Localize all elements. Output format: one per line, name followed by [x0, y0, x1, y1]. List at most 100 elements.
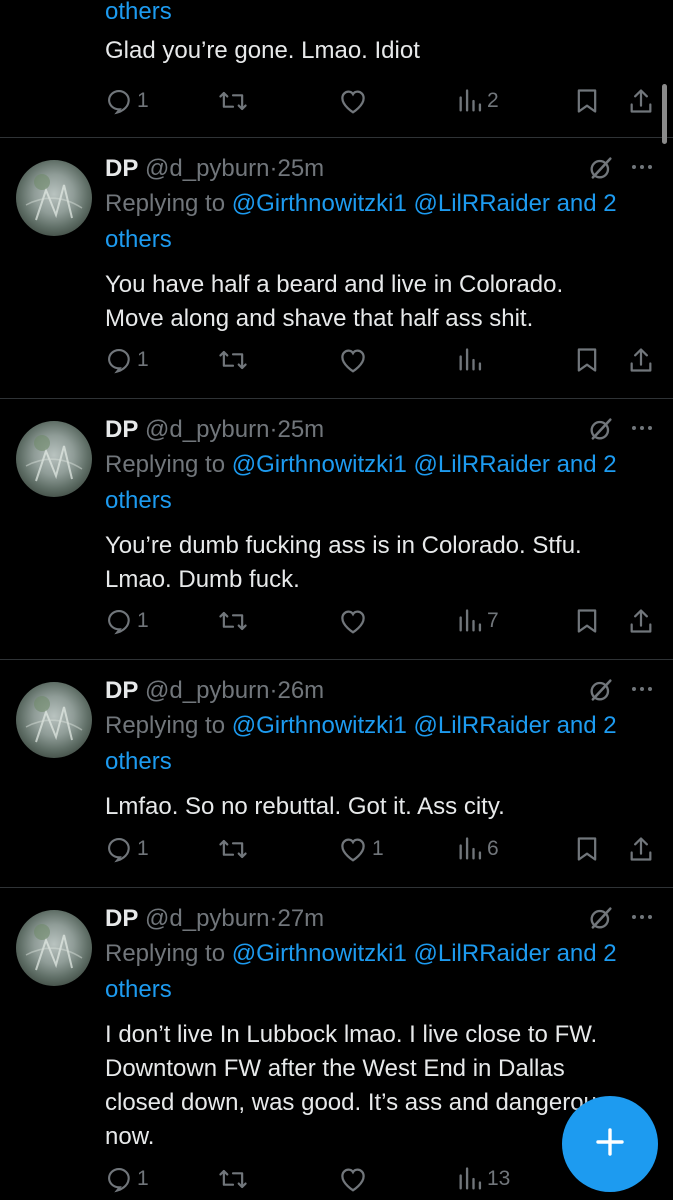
tweet-text-line: I don’t live In Lubbock lmao. I live clo… [105, 1021, 598, 1048]
tweet-header: DP @d_pyburn·26m [105, 674, 643, 708]
tweet-partial-top[interactable]: others Glad you’re gone. Lmao. Idiot 1 2 [0, 0, 673, 138]
reply-button[interactable]: 1 [105, 604, 149, 638]
more-dots-icon[interactable] [627, 152, 657, 182]
views-button[interactable]: 7 [457, 604, 499, 638]
bookmark-button[interactable] [575, 84, 599, 118]
tweet-card[interactable]: DP @d_pyburn·25m Replying to @Girthnowit… [0, 138, 673, 399]
grok-slash-circle-icon[interactable] [587, 415, 615, 443]
avatar[interactable] [16, 160, 92, 236]
avatar[interactable] [16, 682, 92, 758]
user-handle[interactable]: @d_pyburn [145, 677, 269, 704]
views-button[interactable]: 2 [457, 84, 499, 118]
display-name[interactable]: DP [105, 155, 138, 182]
grok-slash-circle-icon[interactable] [587, 676, 615, 704]
replying-to-label: Replying to [105, 712, 232, 739]
bookmark-icon [575, 346, 599, 374]
timestamp[interactable]: 26m [277, 677, 324, 704]
repost-button[interactable] [217, 343, 249, 377]
display-name[interactable]: DP [105, 905, 138, 932]
heart-icon [338, 1165, 368, 1193]
timestamp[interactable]: 27m [277, 905, 324, 932]
replying-to-others-link[interactable]: others [105, 487, 172, 514]
views-button[interactable]: 13 [457, 1162, 510, 1196]
grok-slash-circle-icon[interactable] [587, 154, 615, 182]
tweet-actions: 1 [105, 343, 660, 377]
like-button[interactable]: 1 [338, 832, 384, 866]
like-button[interactable] [338, 343, 368, 377]
timestamp[interactable]: 25m [277, 416, 324, 443]
reply-count: 1 [137, 837, 149, 860]
tweet-text: You have half a beard and live in Colora… [105, 268, 643, 336]
user-handle[interactable]: @d_pyburn [145, 416, 269, 443]
avatar[interactable] [16, 421, 92, 497]
user-handle[interactable]: @d_pyburn [145, 155, 269, 182]
replying-to-others-link[interactable]: others [105, 748, 172, 775]
grok-slash-circle-icon[interactable] [587, 904, 615, 932]
share-upload-icon [628, 835, 654, 863]
repost-button[interactable] [217, 1162, 249, 1196]
share-button[interactable] [628, 84, 654, 118]
replying-to-label: Replying to [105, 940, 232, 967]
more-dots-icon[interactable] [627, 674, 657, 704]
views-button[interactable] [457, 343, 483, 377]
tweet-header: DP @d_pyburn·25m [105, 413, 643, 447]
reply-button[interactable]: 1 [105, 832, 149, 866]
tweet-text-line: closed down, was good. It’s ass and dang… [105, 1089, 609, 1116]
bar-chart-icon [457, 346, 483, 374]
bookmark-button[interactable] [575, 604, 599, 638]
tweet-card[interactable]: DP @d_pyburn·26m Replying to @Girthnowit… [0, 660, 673, 888]
heart-icon [338, 607, 368, 635]
views-count: 2 [487, 89, 499, 112]
share-upload-icon [628, 607, 654, 635]
bookmark-icon [575, 87, 599, 115]
tweet-text-line: You have half a beard and live in Colora… [105, 271, 564, 298]
views-button[interactable]: 6 [457, 832, 499, 866]
repost-button[interactable] [217, 604, 249, 638]
display-name[interactable]: DP [105, 416, 138, 443]
replying-to-others-link[interactable]: others [105, 976, 172, 1003]
bar-chart-icon [457, 607, 483, 635]
like-button[interactable] [338, 1162, 368, 1196]
reply-count: 1 [137, 609, 149, 632]
share-button[interactable] [628, 832, 654, 866]
like-button[interactable] [338, 84, 368, 118]
bar-chart-icon [457, 87, 483, 115]
tweet-text: Glad you’re gone. Lmao. Idiot [105, 37, 420, 64]
tweet-actions: 1 1 6 [105, 832, 660, 866]
replying-to: Replying to @Girthnowitzki1 @LilRRaider … [105, 936, 643, 1008]
mention-links[interactable]: @Girthnowitzki1 @LilRRaider and 2 [232, 712, 617, 739]
share-button[interactable] [628, 343, 654, 377]
more-dots-icon[interactable] [627, 413, 657, 443]
timestamp[interactable]: 25m [277, 155, 324, 182]
compose-button[interactable] [562, 1096, 658, 1192]
reply-button[interactable]: 1 [105, 84, 149, 118]
repost-arrows-icon [217, 835, 249, 863]
tweet-header: DP @d_pyburn·25m [105, 152, 643, 186]
tweet-text: You’re dumb fucking ass is in Colorado. … [105, 529, 643, 597]
reply-button[interactable]: 1 [105, 343, 149, 377]
user-handle[interactable]: @d_pyburn [145, 905, 269, 932]
views-count: 6 [487, 837, 499, 860]
like-button[interactable] [338, 604, 368, 638]
replying-to-others-link[interactable]: others [105, 226, 172, 253]
mention-links[interactable]: @Girthnowitzki1 @LilRRaider and 2 [232, 451, 617, 478]
reply-button[interactable]: 1 [105, 1162, 149, 1196]
speech-bubble-icon [105, 1165, 133, 1193]
mention-links[interactable]: @Girthnowitzki1 @LilRRaider and 2 [232, 190, 617, 217]
repost-button[interactable] [217, 832, 249, 866]
display-name[interactable]: DP [105, 677, 138, 704]
heart-icon [338, 346, 368, 374]
avatar[interactable] [16, 910, 92, 986]
bookmark-button[interactable] [575, 343, 599, 377]
tweet-text-line: Downtown FW after the West End in Dallas [105, 1055, 565, 1082]
replying-to-label: Replying to [105, 190, 232, 217]
share-button[interactable] [628, 604, 654, 638]
replying-to-label: Replying to [105, 451, 232, 478]
tweet-card[interactable]: DP @d_pyburn·25m Replying to @Girthnowit… [0, 399, 673, 660]
more-dots-icon[interactable] [627, 902, 657, 932]
mention-links[interactable]: @Girthnowitzki1 @LilRRaider and 2 [232, 940, 617, 967]
scrollbar[interactable] [662, 84, 667, 144]
bookmark-button[interactable] [575, 832, 599, 866]
repost-button[interactable] [217, 84, 249, 118]
replying-to-others-link[interactable]: others [105, 0, 643, 30]
